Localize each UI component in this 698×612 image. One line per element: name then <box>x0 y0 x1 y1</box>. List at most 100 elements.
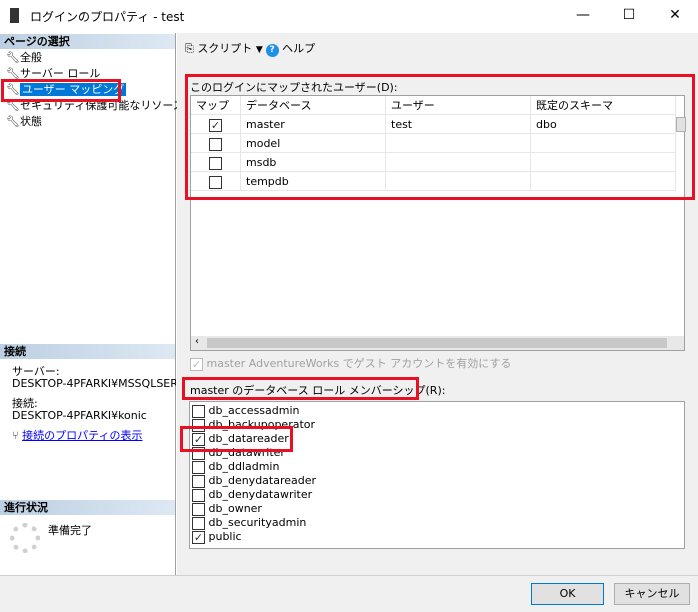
sidebar-item-label: 状態 <box>20 115 42 128</box>
server-value: DESKTOP-4PFARKI¥MSSQLSERVER <box>12 377 176 390</box>
role-name: db_denydatareader <box>208 474 317 487</box>
table-row-map <box>191 134 241 153</box>
window-title: ログインのプロパティ - test <box>30 10 185 24</box>
minimize-button[interactable]: — <box>560 0 606 32</box>
plug-icon: ⑂ <box>12 429 23 442</box>
connection-properties-link[interactable]: 接続のプロパティの表示 <box>22 429 142 442</box>
schema-browse-button[interactable] <box>676 117 686 132</box>
table-cell-database[interactable]: model <box>241 134 386 153</box>
role-item[interactable]: db_ddladmin <box>192 460 279 474</box>
column-header[interactable]: マップ <box>191 96 241 115</box>
role-checkbox[interactable] <box>192 404 205 418</box>
wrench-icon: 🔧︎ <box>6 115 20 128</box>
role-item[interactable]: db_denydatawriter <box>192 488 312 502</box>
role-name: db_owner <box>208 502 262 515</box>
guest-checkbox[interactable]: ✓ <box>190 357 203 371</box>
progress-header: 進行状況 <box>0 500 175 515</box>
table-cell-user[interactable] <box>386 134 531 153</box>
help-icon: ? <box>265 44 279 57</box>
sidebar-item[interactable]: 🔧︎サーバー ロール <box>6 66 100 82</box>
role-item[interactable]: ✓ db_datareader <box>192 432 289 446</box>
table-row-map <box>191 172 241 191</box>
role-name: db_denydatawriter <box>208 488 313 501</box>
role-name: db_securityadmin <box>208 516 307 529</box>
roles-list: db_accessadmin db_backupoperator ✓ db_dat… <box>189 401 685 549</box>
role-checkbox[interactable] <box>192 516 205 530</box>
script-dropdown-icon[interactable]: ▼ <box>256 45 266 55</box>
map-checkbox[interactable] <box>209 175 222 189</box>
role-name: db_ddladmin <box>208 460 280 473</box>
button-bar: OK キャンセル <box>0 575 698 612</box>
wrench-icon: 🔧︎ <box>6 83 20 96</box>
map-checkbox[interactable] <box>209 137 222 151</box>
role-item[interactable]: db_accessadmin <box>192 404 300 418</box>
role-checkbox[interactable]: ✓ <box>192 530 205 544</box>
role-item[interactable]: db_owner <box>192 502 262 516</box>
role-name: db_datareader <box>208 432 289 445</box>
wrench-icon: 🔧︎ <box>6 51 20 64</box>
sidebar-item[interactable]: 🔧︎セキュリティ保護可能なリソース <box>6 98 184 114</box>
maximize-button[interactable]: ☐ <box>606 0 652 32</box>
horizontal-scrollbar[interactable]: ‹ <box>191 336 684 350</box>
role-checkbox[interactable] <box>192 418 205 432</box>
sidebar-item[interactable]: 🔧︎ ユーザー マッピング <box>6 82 127 98</box>
script-icon: ⎘ <box>185 42 194 55</box>
role-name: db_datawriter <box>208 446 285 459</box>
sidebar-item[interactable]: 🔧︎状態 <box>6 114 42 130</box>
column-header[interactable]: ユーザー <box>386 96 531 115</box>
guest-label: master AdventureWorks でゲスト アカウントを有効にする <box>206 357 512 370</box>
map-checkbox[interactable] <box>209 156 222 170</box>
table-cell-user[interactable]: test <box>386 115 531 134</box>
role-name: public <box>208 530 242 543</box>
help-button[interactable]: ヘルプ <box>282 42 315 55</box>
role-item[interactable]: db_backupoperator <box>192 418 315 432</box>
table-row-map <box>191 153 241 172</box>
column-header[interactable]: データベース <box>241 96 386 115</box>
app-icon <box>10 8 19 23</box>
roles-label: master のデータベース ロール メンバーシップ(R): <box>190 384 446 397</box>
connection-value: DESKTOP-4PFARKI¥konic <box>12 409 147 422</box>
close-button[interactable]: ✕ <box>652 0 698 32</box>
sidebar-item-label: サーバー ロール <box>20 67 101 80</box>
progress-status: 準備完了 <box>48 524 92 537</box>
role-name: db_backupoperator <box>208 418 316 431</box>
role-checkbox[interactable] <box>192 446 205 460</box>
column-header[interactable]: 既定のスキーマ <box>531 96 676 115</box>
table-cell-schema[interactable] <box>531 134 676 153</box>
sidebar: ページの選択 🔧︎全般 🔧︎サーバー ロール 🔧︎ ユーザー マッピング 🔧︎セキュリテ… <box>0 33 184 575</box>
sidebar-item[interactable]: 🔧︎全般 <box>6 50 42 66</box>
table-cell-schema[interactable] <box>531 153 676 172</box>
table-cell-database[interactable]: tempdb <box>241 172 386 191</box>
cancel-button[interactable]: キャンセル <box>614 583 690 605</box>
role-checkbox[interactable] <box>192 502 205 516</box>
sidebar-item-label: ユーザー マッピング <box>20 83 127 96</box>
role-checkbox[interactable]: ✓ <box>192 432 205 446</box>
role-item[interactable]: db_denydatareader <box>192 474 316 488</box>
mapping-label: このログインにマップされたユーザー(D): <box>190 81 398 94</box>
role-checkbox[interactable] <box>192 474 205 488</box>
main-panel: ⎘ スクリプト ▼ ? ヘルプ このログインにマップされたユーザー(D): マッ… <box>177 33 698 575</box>
wrench-icon: 🔧︎ <box>6 99 20 112</box>
role-item[interactable]: ✓ public <box>192 530 242 544</box>
table-cell-user[interactable] <box>386 172 531 191</box>
role-checkbox[interactable] <box>192 488 205 502</box>
ok-button[interactable]: OK <box>531 583 604 605</box>
scroll-left-icon[interactable]: ‹ <box>195 336 199 347</box>
role-item[interactable]: db_datawriter <box>192 446 285 460</box>
user-mapping-grid: マップ データベース ユーザー 既定のスキーマ ✓ master test dbo model m… <box>190 95 686 351</box>
role-checkbox[interactable] <box>192 460 205 474</box>
table-cell-database[interactable]: msdb <box>241 153 386 172</box>
table-cell-schema[interactable] <box>531 172 676 191</box>
role-item[interactable]: db_securityadmin <box>192 516 306 530</box>
sidebar-item-label: セキュリティ保護可能なリソース <box>20 99 184 112</box>
table-cell-database[interactable]: master <box>241 115 386 134</box>
sidebar-item-label: 全般 <box>20 51 42 64</box>
role-name: db_accessadmin <box>208 404 300 417</box>
progress-spinner-icon <box>10 523 40 553</box>
table-cell-schema[interactable]: dbo <box>531 115 676 134</box>
title-bar: ログインのプロパティ - test — ☐ ✕ <box>0 0 698 32</box>
table-cell-user[interactable] <box>386 153 531 172</box>
scrollbar-thumb[interactable] <box>207 338 667 348</box>
map-checkbox[interactable]: ✓ <box>209 118 222 132</box>
script-button[interactable]: スクリプト <box>197 42 252 55</box>
